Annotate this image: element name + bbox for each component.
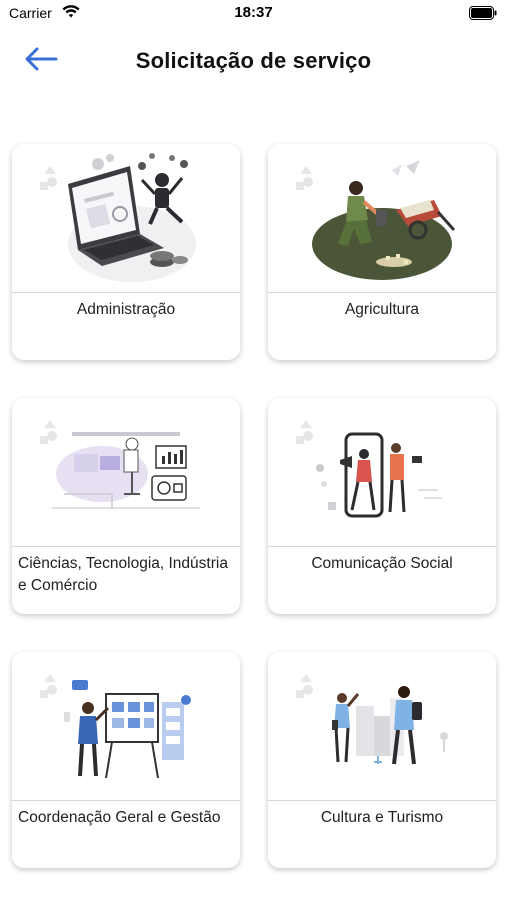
card-illustration: [12, 144, 240, 292]
card-divider: [268, 800, 496, 801]
card-illustration: [268, 652, 496, 800]
tourists-city-illustration: [296, 674, 448, 765]
card-label: Agricultura: [344, 301, 420, 318]
whiteboard-presentation-illustration: [40, 674, 191, 779]
card-label: Cultura e Turismo: [320, 809, 444, 826]
service-card-comunicacao-social[interactable]: Comunicação Social: [268, 398, 496, 614]
robot-factory-illustration: [40, 420, 200, 509]
service-card-ciencias-tecnologia[interactable]: Ciências, Tecnologia, Indústria e Comérc…: [12, 398, 240, 614]
card-label: Administração: [76, 301, 176, 318]
card-divider: [268, 292, 496, 293]
nav-bar: Solicitação de serviço: [0, 36, 507, 86]
card-label: Ciências, Tecnologia, Indústria e Comérc…: [18, 555, 228, 594]
card-illustration: [12, 652, 240, 800]
service-card-cultura-turismo[interactable]: Cultura e Turismo: [268, 652, 496, 868]
card-divider: [12, 800, 240, 801]
card-label: Coordenação Geral e Gestão: [18, 809, 221, 826]
service-card-administracao[interactable]: Administração: [12, 144, 240, 360]
status-bar: Carrier 18:37: [0, 0, 507, 28]
card-label: Comunicação Social: [311, 555, 453, 572]
card-divider: [268, 546, 496, 547]
laptop-dashboard-illustration: [40, 153, 196, 282]
card-illustration: [268, 144, 496, 292]
service-card-coordenacao-geral[interactable]: Coordenação Geral e Gestão: [12, 652, 240, 868]
smartphone-megaphone-illustration: [296, 420, 442, 518]
page-title: Solicitação de serviço: [135, 48, 372, 73]
status-time: 18:37: [234, 4, 273, 21]
gardener-wheelbarrow-illustration: [296, 160, 456, 280]
service-card-agricultura[interactable]: Agricultura: [268, 144, 496, 360]
card-illustration: [268, 398, 496, 546]
battery-icon: [469, 6, 497, 25]
card-divider: [12, 292, 240, 293]
card-divider: [12, 546, 240, 547]
card-illustration: [12, 398, 240, 546]
